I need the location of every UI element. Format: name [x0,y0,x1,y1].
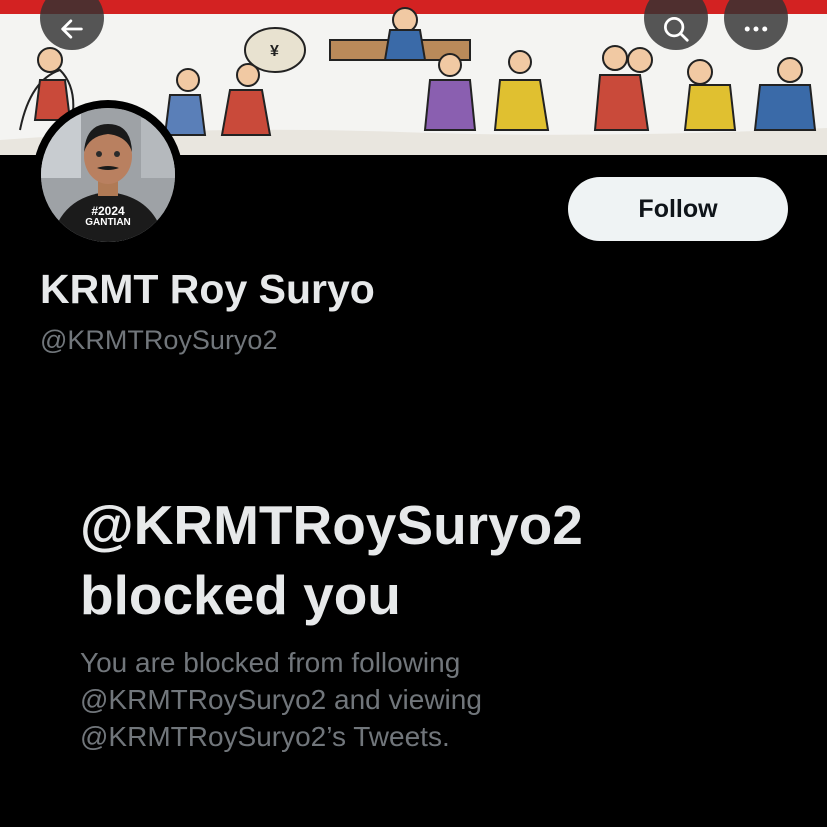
blocked-title: @KRMTRoySuryo2 blocked you [80,494,583,626]
banner-sign-text: ¥ [270,43,279,60]
arrow-left-icon [58,0,86,48]
avatar-shirt-line2: GANTIAN [85,217,131,228]
avatar-shirt-text: #2024 GANTIAN [79,204,137,228]
search-icon [661,0,691,49]
more-horizontal-icon [741,0,771,49]
follow-button[interactable]: Follow [568,177,788,241]
profile-display-name: KRMT Roy Suryo [40,266,375,312]
avatar-shirt-line1: #2024 [91,204,125,218]
blocked-description: You are blocked from following @KRMTRoyS… [80,647,482,752]
profile-handle: @KRMTRoySuryo2 [40,325,278,355]
avatar[interactable]: #2024 GANTIAN [41,108,175,242]
avatar-frame[interactable]: #2024 GANTIAN [33,100,183,250]
